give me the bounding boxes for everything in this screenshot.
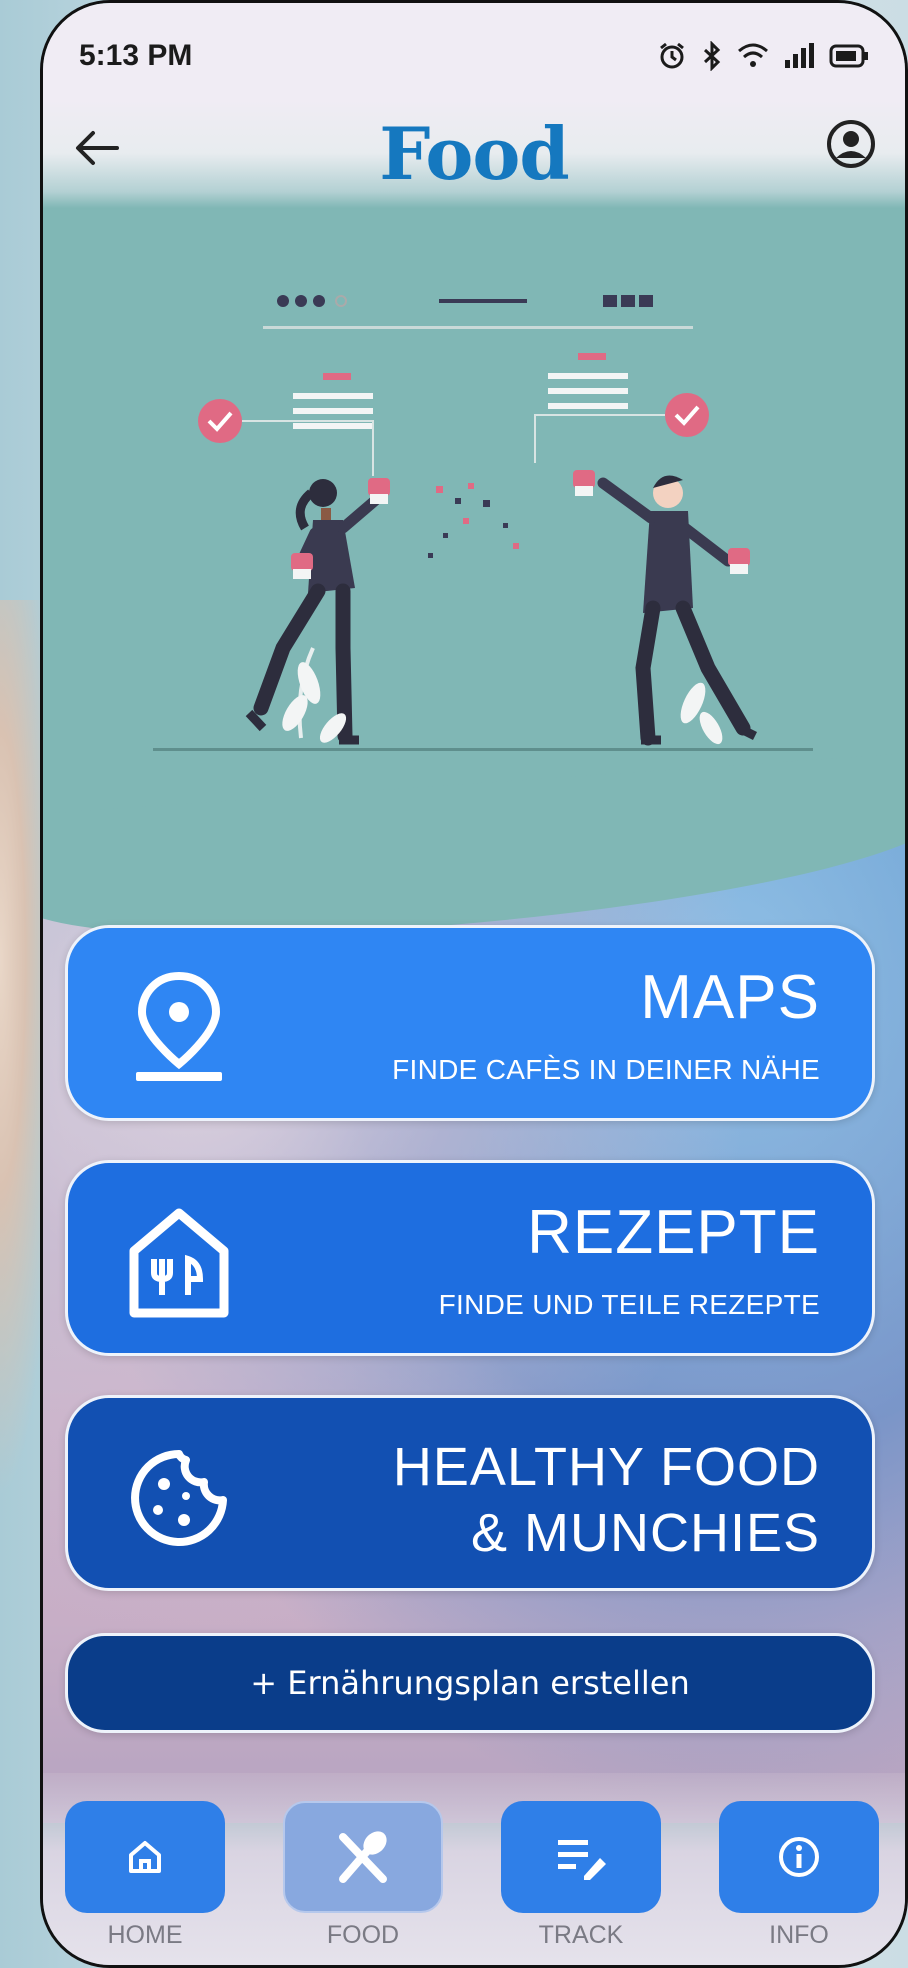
user-circle-icon [827, 120, 875, 168]
alarm-icon [660, 42, 684, 68]
restaurant-house-icon [129, 1208, 229, 1318]
maps-card[interactable]: MAPS FINDE CAFÈS IN DEINER NÄHE [65, 925, 875, 1121]
page-title: Food [379, 110, 570, 196]
healthy-food-title-line1: HEALTHY FOOD [392, 1437, 820, 1497]
nav-item-track[interactable]: TRACK [501, 1801, 661, 1961]
wifi-icon [738, 43, 768, 67]
back-button[interactable] [67, 118, 127, 178]
battery-icon [829, 44, 868, 67]
bottom-nav: HOME FOOD TRACK INFO [43, 1773, 905, 1965]
bluetooth-icon [703, 40, 721, 71]
home-icon [129, 1841, 161, 1873]
nav-item-home[interactable]: HOME [65, 1801, 225, 1961]
healthy-food-card[interactable]: HEALTHY FOOD & MUNCHIES [65, 1395, 875, 1591]
two-people-with-cupcakes-illustration [153, 295, 813, 751]
list-edit-icon [558, 1840, 606, 1880]
status-bar: 5:13 PM [43, 3, 905, 98]
nav-label-home: HOME [107, 1921, 183, 1949]
arrow-left-icon [76, 131, 119, 165]
create-nutrition-plan-label: + Ernährungsplan erstellen [250, 1664, 690, 1702]
nav-label-info: INFO [769, 1921, 829, 1949]
nav-button-info[interactable] [719, 1801, 879, 1913]
nav-button-food[interactable] [283, 1801, 443, 1913]
nav-label-food: FOOD [326, 1921, 400, 1949]
phone-frame: 5:13 PM Food MAPS FINDE CAFÈS IN DEINER … [40, 0, 908, 1968]
profile-button[interactable] [821, 114, 881, 174]
maps-title: MAPS [640, 963, 820, 1032]
cookie-icon [131, 1450, 227, 1546]
status-icons [657, 40, 869, 71]
create-nutrition-plan-button[interactable]: + Ernährungsplan erstellen [65, 1633, 875, 1733]
status-time: 5:13 PM [79, 38, 193, 72]
healthy-food-title-line2: & MUNCHIES [470, 1503, 820, 1563]
healthy-food-title: HEALTHY FOOD & MUNCHIES [260, 1434, 820, 1566]
info-icon [779, 1837, 819, 1877]
rezepte-subtitle: FINDE UND TEILE REZEPTE [438, 1289, 820, 1320]
map-pin-icon [136, 971, 222, 1081]
rezepte-title: REZEPTE [527, 1198, 820, 1267]
app-header: Food [43, 98, 905, 208]
nav-item-food[interactable]: FOOD [283, 1801, 443, 1961]
rezepte-card[interactable]: REZEPTE FINDE UND TEILE REZEPTE [65, 1160, 875, 1356]
nav-item-info[interactable]: INFO [719, 1801, 879, 1961]
nav-button-home[interactable] [65, 1801, 225, 1913]
fork-spoon-icon [339, 1831, 387, 1883]
nav-label-track: TRACK [538, 1921, 624, 1949]
nav-button-track[interactable] [501, 1801, 661, 1913]
maps-subtitle: FINDE CAFÈS IN DEINER NÄHE [392, 1054, 820, 1085]
signal-icon [785, 42, 814, 68]
hero-illustration [43, 208, 905, 808]
